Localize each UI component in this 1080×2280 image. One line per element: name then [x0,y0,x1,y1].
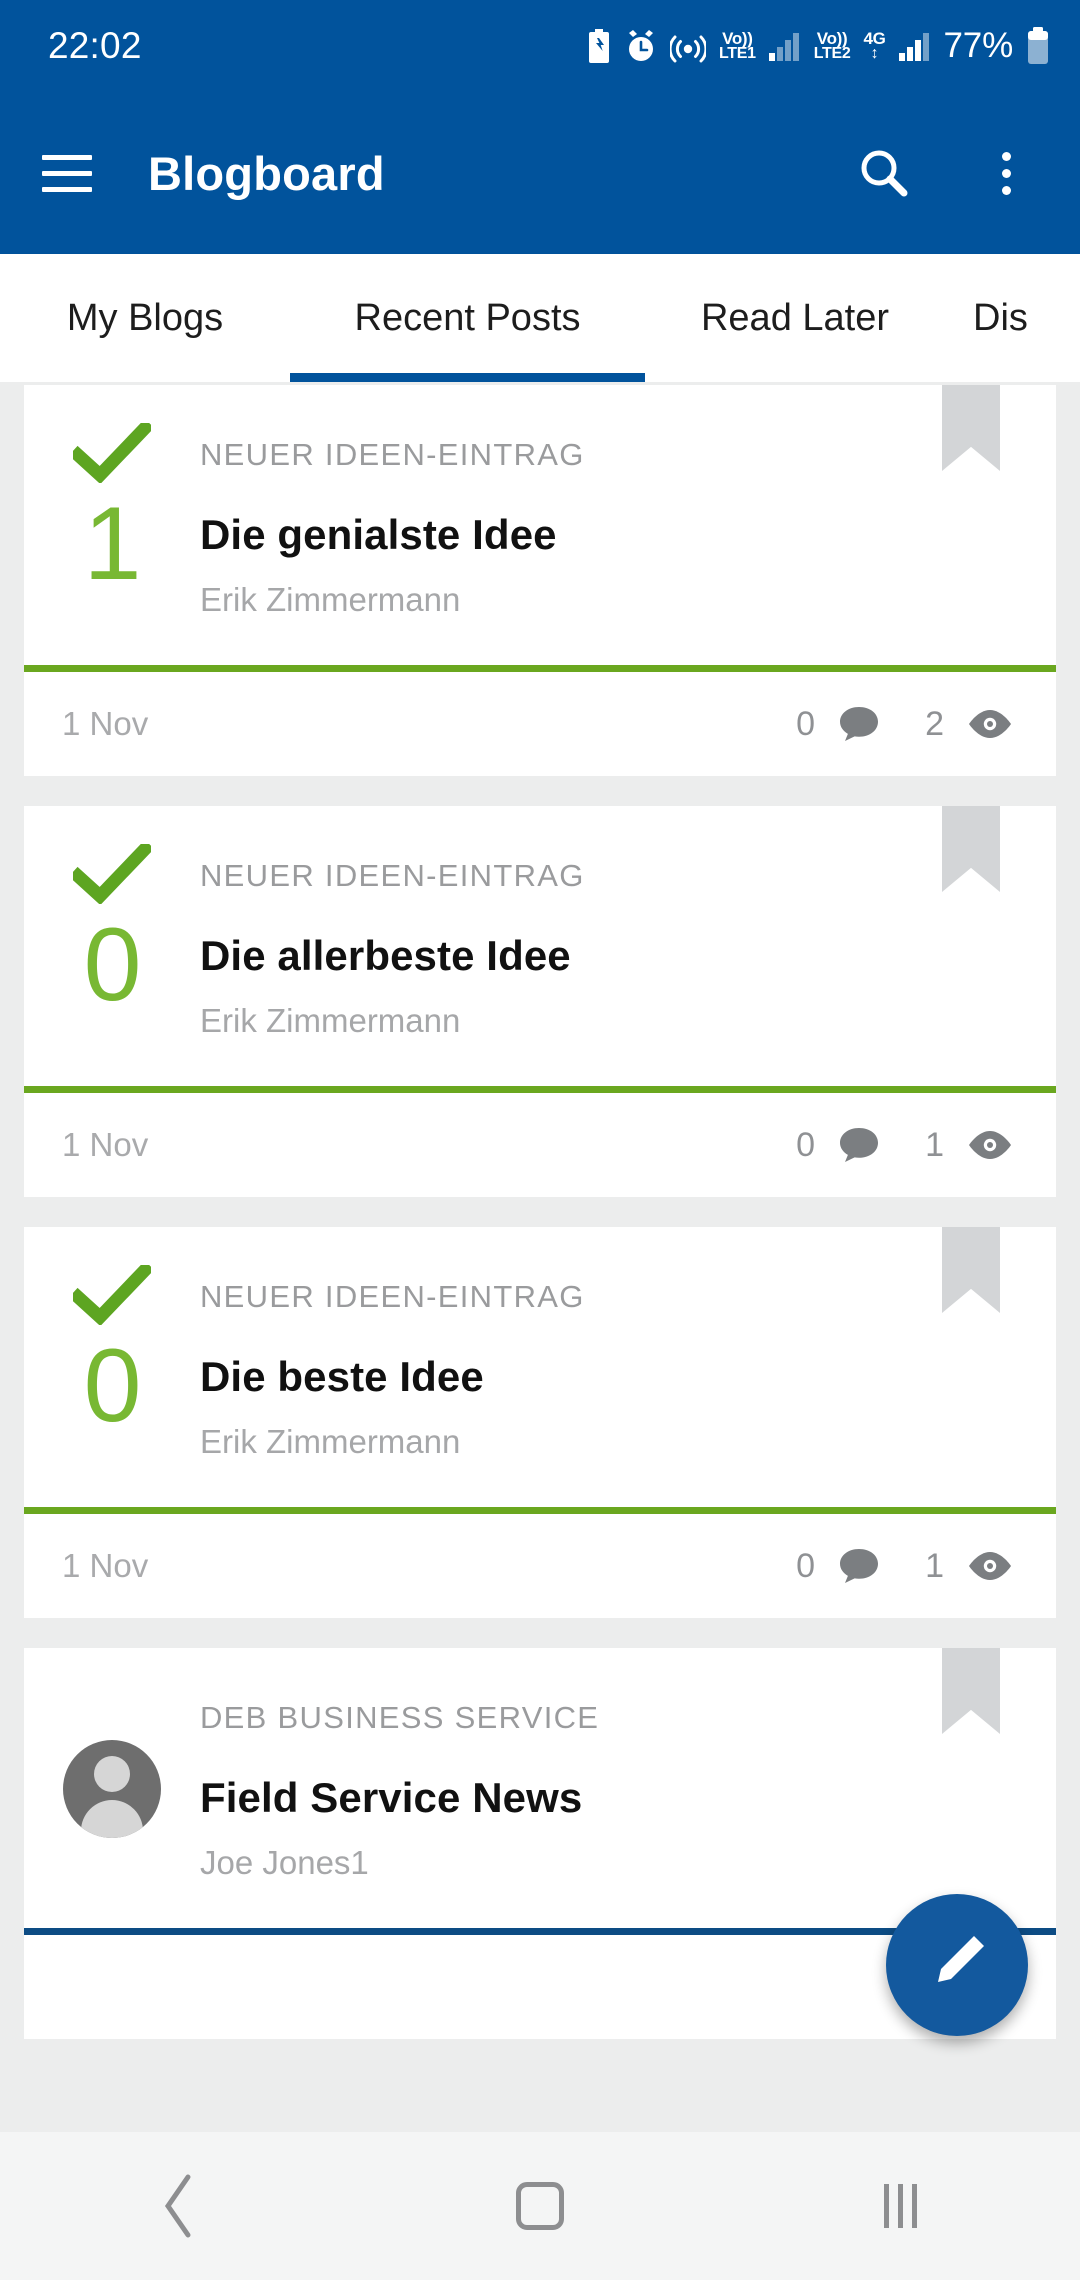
tab-label: Read Later [700,296,889,339]
post-author: Erik Zimmermann [200,581,461,618]
eye-icon [966,707,1014,741]
status-bar-clock: 22:02 [48,25,142,66]
back-chevron-icon[interactable] [0,2132,360,2280]
checkmark-icon [68,418,155,488]
checkmark-icon [68,839,155,909]
post-title: Field Service News [200,1774,583,1821]
hamburger-menu-icon[interactable] [34,140,100,206]
list-item[interactable]: 0 NEUER IDEEN-EINTRAG Die beste Idee Eri… [24,1227,1056,1618]
tab-label: My Blogs [66,296,224,339]
4g-data-icon: 4G ↕ [863,28,886,63]
app-bar-actions [846,135,1044,211]
app-bar: Blogboard [0,92,1080,254]
comment-count[interactable]: 0 [796,704,881,744]
kebab-menu-icon[interactable] [968,135,1044,211]
page-title: Blogboard [148,146,385,200]
tab-my-blogs[interactable]: My Blogs [0,254,290,382]
android-nav-bar [0,2132,1080,2280]
post-category: NEUER IDEEN-EINTRAG [200,1279,585,1314]
card-accent-divider [24,1507,1056,1514]
checkmark-icon [68,1260,155,1330]
pencil-edit-icon [922,1928,992,2003]
search-icon[interactable] [846,135,922,211]
card-accent-divider [24,1086,1056,1093]
view-count[interactable]: 1 [925,1126,1014,1165]
status-bar-icon-tray: Vo)) LTE1 Vo)) LTE2 4G ↕ 77% [586,0,1050,92]
comment-bubble-icon [837,1125,881,1165]
tab-label: Dis [973,296,1028,339]
comment-count[interactable]: 0 [796,1546,881,1586]
status-bar: 22:02 Vo)) LTE1 Vo)) LTE2 4G ↕ 77% [0,0,1080,92]
signal-bars-2-icon [898,31,931,61]
battery-percent-label: 77% [943,26,1014,65]
card-footer: 1 Nov 0 2 [24,672,1056,776]
post-author: Joe Jones1 [200,1844,369,1881]
tab-label: Recent Posts [354,296,581,339]
rank-number: 0 [83,907,142,1023]
comment-count[interactable]: 0 [796,1125,881,1165]
tab-recent-posts[interactable]: Recent Posts [290,254,645,382]
home-square-icon[interactable] [360,2132,720,2280]
tab-bar: My Blogs Recent Posts Read Later Dis [0,254,1080,382]
eye-icon [966,1549,1014,1583]
post-list[interactable]: 1 NEUER IDEEN-EINTRAG Die genialste Idee… [0,382,1080,2132]
comment-bubble-icon [837,704,881,744]
list-item[interactable]: 1 NEUER IDEEN-EINTRAG Die genialste Idee… [24,385,1056,776]
comment-bubble-icon [837,1546,881,1586]
post-category: NEUER IDEEN-EINTRAG [200,858,585,893]
alarm-icon [625,29,657,63]
battery-icon [1026,27,1050,65]
tab-read-later[interactable]: Read Later [645,254,945,382]
rank-number: 1 [83,486,142,602]
post-category: NEUER IDEEN-EINTRAG [200,437,585,472]
view-count[interactable]: 1 [925,1547,1014,1586]
volte-lte2-icon: Vo)) LTE2 [813,28,851,63]
post-title: Die beste Idee [200,1353,484,1400]
tab-indicator [290,373,645,382]
card-footer: 1 Nov 0 1 [24,1093,1056,1197]
post-date: 1 Nov [62,1126,149,1163]
card-footer: 1 Nov 0 1 [24,1514,1056,1618]
post-author: Erik Zimmermann [200,1002,461,1039]
post-author: Erik Zimmermann [200,1423,461,1460]
tab-discover[interactable]: Dis [945,254,1080,382]
hotspot-icon [670,29,706,63]
signal-bars-icon [768,31,801,61]
eye-icon [966,1128,1014,1162]
view-count[interactable]: 2 [925,705,1014,744]
compose-fab-button[interactable] [886,1894,1028,2036]
battery-saver-icon [586,29,612,63]
post-title: Die genialste Idee [200,511,557,558]
post-title: Die allerbeste Idee [200,932,571,979]
post-date: 1 Nov [62,705,149,742]
recents-bars-icon[interactable] [720,2132,1080,2280]
avatar [63,1740,161,1838]
list-item[interactable]: 0 NEUER IDEEN-EINTRAG Die allerbeste Ide… [24,806,1056,1197]
post-date: 1 Nov [62,1547,149,1584]
card-accent-divider [24,665,1056,672]
volte-lte1-icon: Vo)) LTE1 [719,28,756,63]
rank-number: 0 [83,1328,142,1444]
post-category: DEB BUSINESS SERVICE [200,1700,600,1735]
